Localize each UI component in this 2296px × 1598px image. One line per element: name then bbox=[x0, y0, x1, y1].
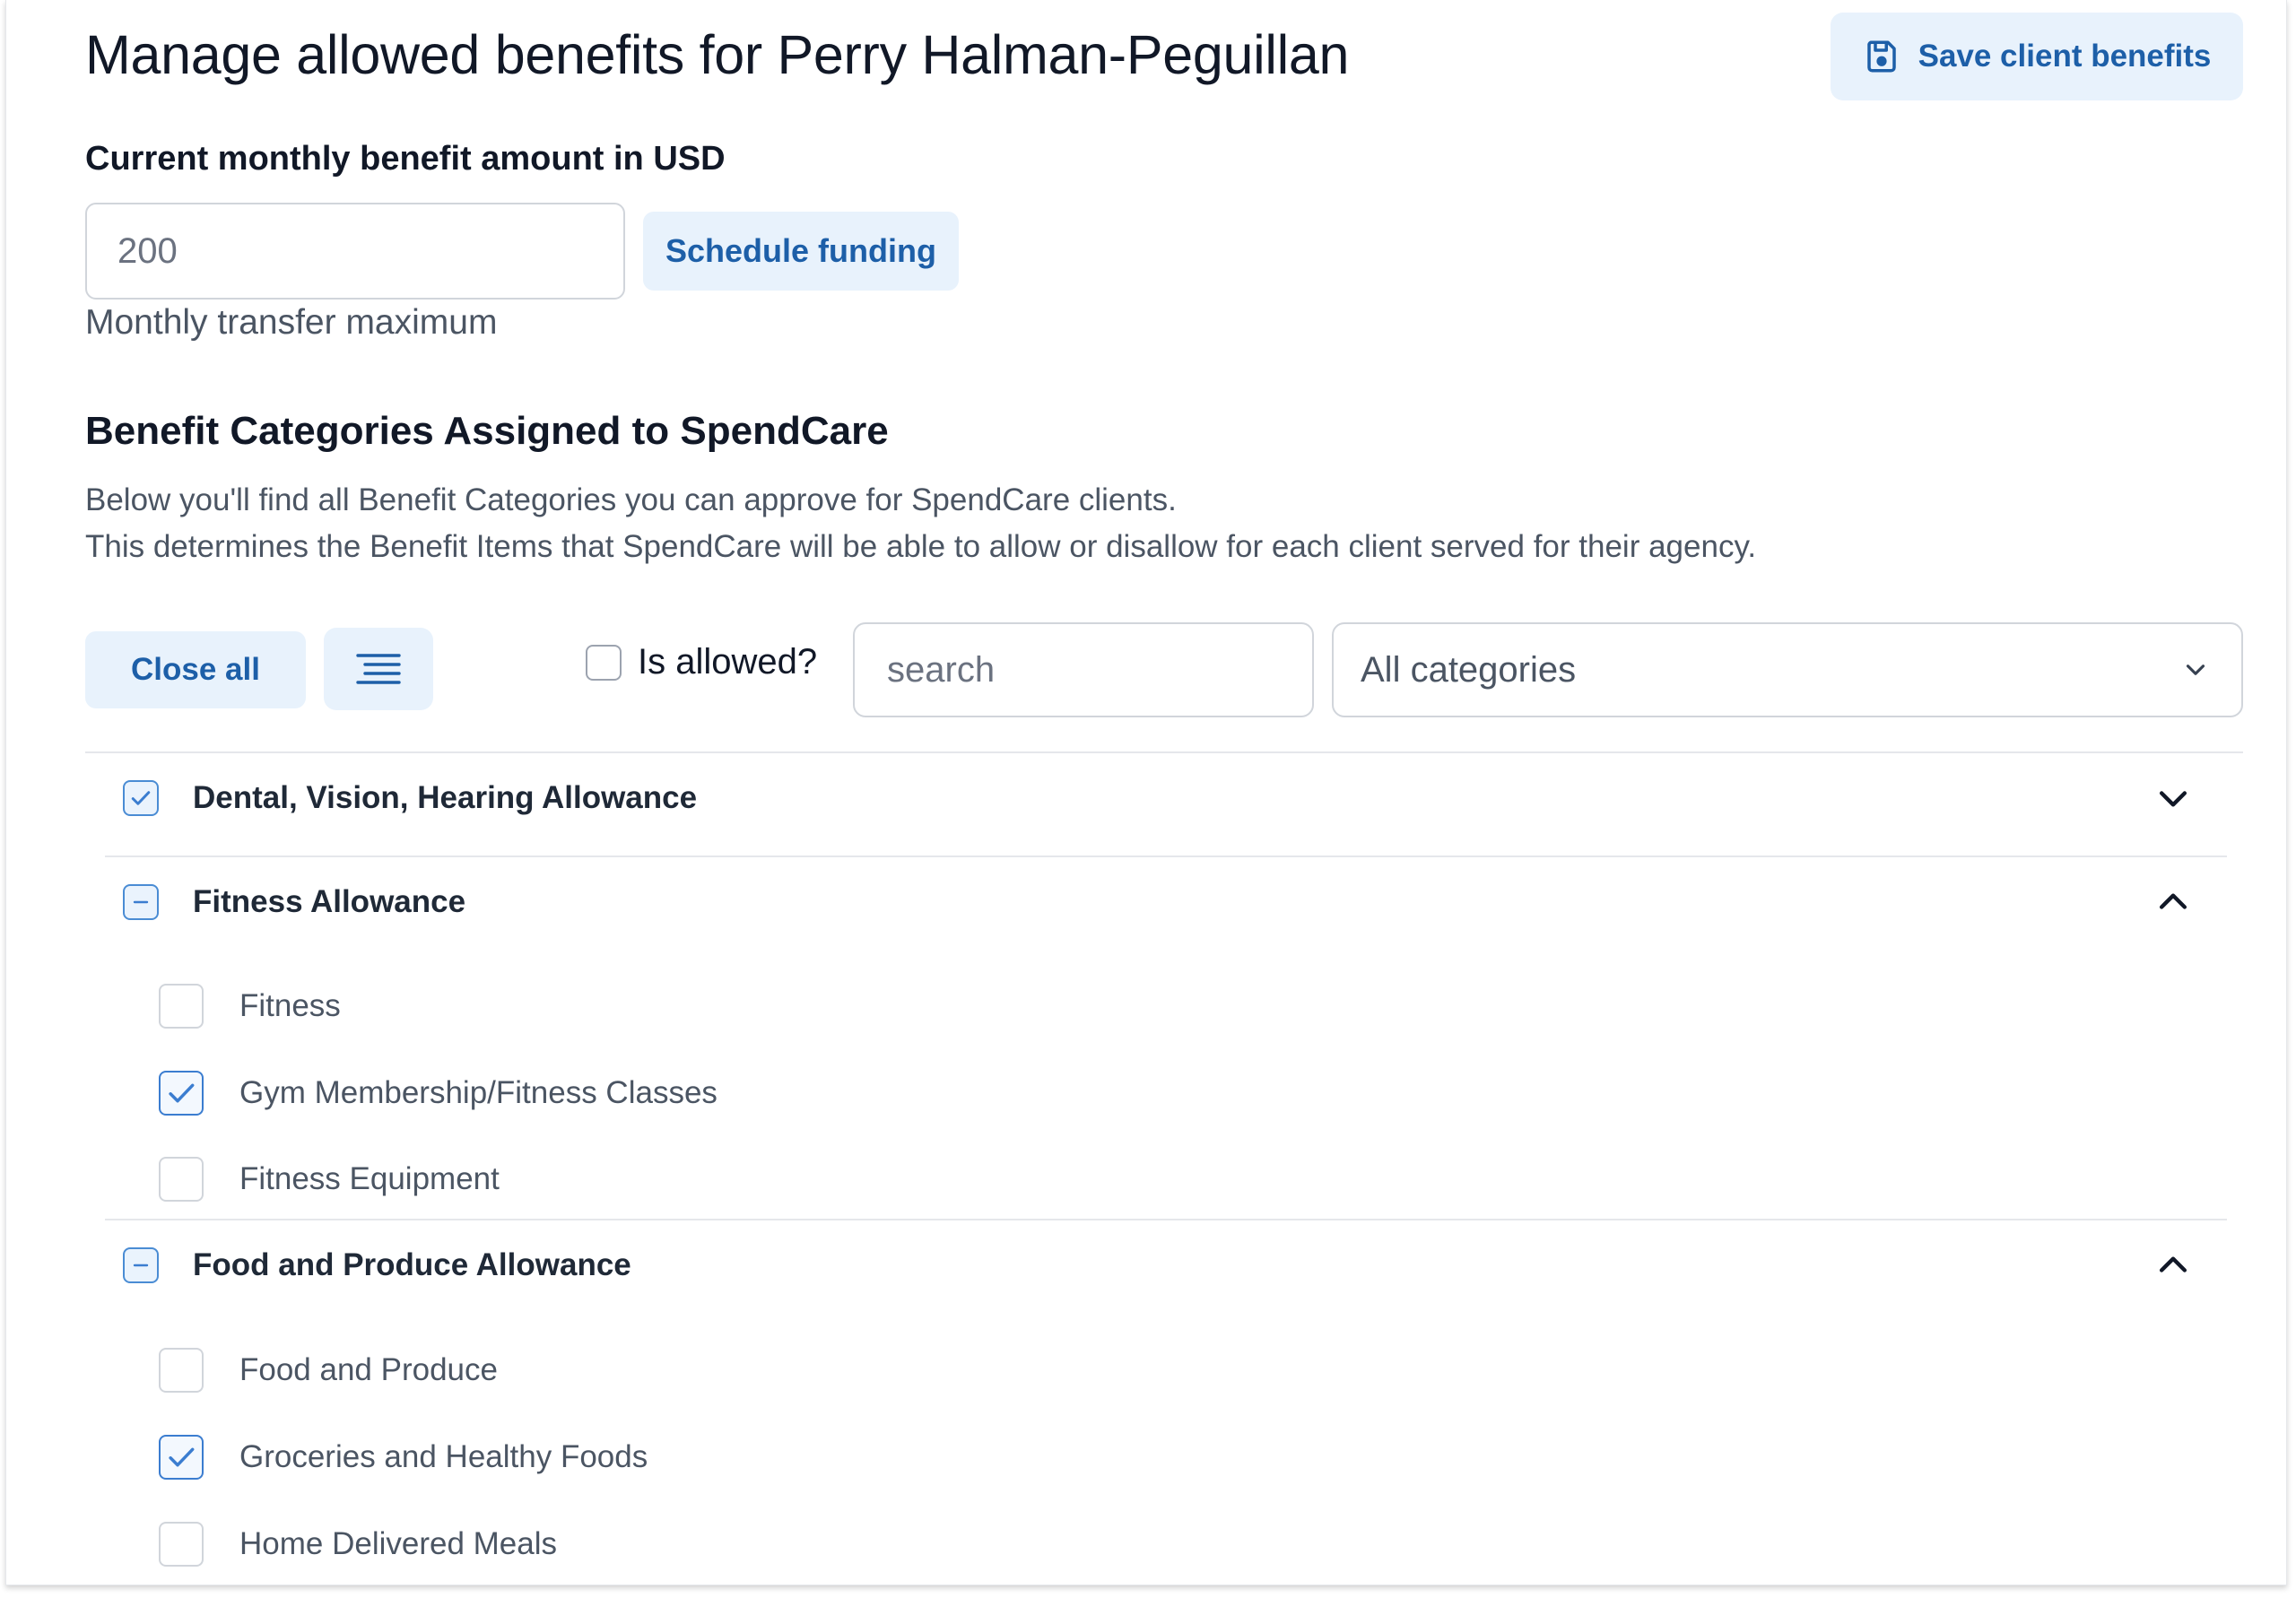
item-checkbox-checked[interactable] bbox=[159, 1071, 204, 1116]
item-row[interactable]: Gym Membership/Fitness Classes bbox=[159, 1071, 718, 1116]
item-row[interactable]: Food and Produce bbox=[159, 1348, 498, 1393]
list-lines-icon bbox=[356, 654, 401, 684]
expand-chevron-down-icon[interactable] bbox=[2152, 777, 2195, 820]
group-row-food[interactable]: Food and Produce Allowance bbox=[123, 1244, 2195, 1287]
group-divider bbox=[105, 855, 2227, 857]
item-row[interactable]: Groceries and Healthy Foods bbox=[159, 1435, 648, 1480]
item-label: Food and Produce bbox=[239, 1352, 498, 1387]
item-checkbox[interactable] bbox=[159, 1522, 204, 1567]
minus-icon bbox=[133, 900, 149, 904]
save-button-label: Save client benefits bbox=[1918, 39, 2212, 74]
item-label: Home Delivered Meals bbox=[239, 1526, 558, 1561]
item-row[interactable]: Home Delivered Meals bbox=[159, 1522, 557, 1567]
save-disk-icon bbox=[1866, 40, 1896, 73]
group-checkbox-partial[interactable] bbox=[123, 1247, 159, 1283]
chevron-down-icon bbox=[2186, 664, 2205, 675]
save-client-benefits-button[interactable]: Save client benefits bbox=[1831, 13, 2243, 100]
item-label: Fitness Equipment bbox=[239, 1161, 500, 1196]
item-label: Groceries and Healthy Foods bbox=[239, 1439, 648, 1474]
checkmark-icon bbox=[169, 1447, 195, 1467]
group-divider bbox=[105, 1219, 2227, 1220]
is-allowed-checkbox[interactable] bbox=[586, 644, 622, 681]
benefits-card: Manage allowed benefits for Perry Halman… bbox=[5, 0, 2287, 1585]
category-select[interactable]: All categories bbox=[1332, 622, 2243, 717]
section-description-line-1: Below you'll find all Benefit Categories… bbox=[85, 482, 1177, 517]
collapse-chevron-up-icon[interactable] bbox=[2152, 881, 2195, 924]
item-checkbox-checked[interactable] bbox=[159, 1435, 204, 1480]
item-checkbox[interactable] bbox=[159, 984, 204, 1029]
category-select-value: All categories bbox=[1361, 649, 1577, 690]
monthly-amount-input[interactable] bbox=[85, 203, 625, 300]
collapse-chevron-up-icon[interactable] bbox=[2152, 1244, 2195, 1287]
item-row[interactable]: Fitness bbox=[159, 984, 341, 1029]
group-row-dental[interactable]: Dental, Vision, Hearing Allowance bbox=[123, 777, 2195, 820]
list-view-button[interactable] bbox=[324, 628, 433, 710]
item-label: Gym Membership/Fitness Classes bbox=[239, 1075, 718, 1110]
search-input[interactable] bbox=[853, 622, 1314, 717]
group-label: Food and Produce Allowance bbox=[193, 1247, 631, 1282]
item-checkbox[interactable] bbox=[159, 1157, 204, 1202]
group-row-fitness[interactable]: Fitness Allowance bbox=[123, 881, 2195, 924]
group-checkbox-checked[interactable] bbox=[123, 780, 159, 816]
group-checkbox-partial[interactable] bbox=[123, 884, 159, 920]
group-label: Fitness Allowance bbox=[193, 884, 466, 919]
is-allowed-filter[interactable]: Is allowed? bbox=[586, 642, 817, 682]
item-label: Fitness bbox=[239, 988, 341, 1023]
minus-icon bbox=[133, 1264, 149, 1267]
page-title: Manage allowed benefits for Perry Halman… bbox=[85, 24, 1350, 85]
schedule-funding-button[interactable]: Schedule funding bbox=[643, 212, 959, 291]
list-top-divider bbox=[85, 751, 2243, 753]
section-title: Benefit Categories Assigned to SpendCare bbox=[85, 409, 889, 453]
item-row[interactable]: Fitness Equipment bbox=[159, 1157, 500, 1202]
checkmark-icon bbox=[131, 791, 151, 805]
checkmark-icon bbox=[169, 1083, 195, 1103]
amount-helper-text: Monthly transfer maximum bbox=[85, 303, 498, 342]
item-checkbox[interactable] bbox=[159, 1348, 204, 1393]
is-allowed-label: Is allowed? bbox=[638, 642, 818, 682]
section-description-line-2: This determines the Benefit Items that S… bbox=[85, 529, 1757, 564]
close-all-button[interactable]: Close all bbox=[85, 631, 306, 708]
group-label: Dental, Vision, Hearing Allowance bbox=[193, 780, 698, 815]
amount-label: Current monthly benefit amount in USD bbox=[85, 140, 726, 178]
